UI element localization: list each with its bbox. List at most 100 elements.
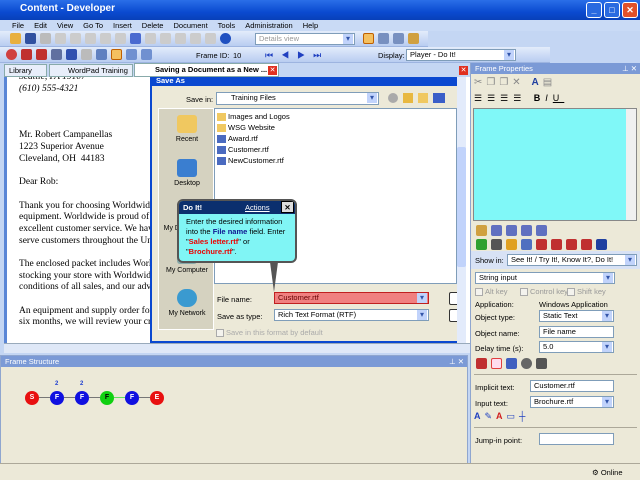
menu-help[interactable]: Help [303, 20, 318, 31]
maximize-button[interactable]: □ [604, 2, 620, 18]
frame-navigation-icons[interactable]: ⏮◀▶⏭ [265, 50, 329, 61]
layout-horizontal-icon[interactable] [378, 33, 389, 44]
implicit-text-input[interactable]: Customer.rtf [530, 380, 614, 392]
frame-node[interactable]: F [100, 391, 114, 405]
collapse-icon[interactable] [175, 33, 186, 44]
save-in-select[interactable]: Training Files [216, 92, 379, 105]
file-item[interactable]: Customer.rtf [217, 145, 269, 155]
object-name-input[interactable]: File name [539, 326, 614, 338]
undo-icon[interactable] [130, 33, 141, 44]
action-icon[interactable] [51, 49, 62, 60]
font-icon[interactable] [596, 239, 607, 250]
tab-library[interactable]: Library [4, 64, 47, 77]
redo-icon[interactable] [145, 33, 156, 44]
find-icon[interactable] [190, 33, 201, 44]
import-icon[interactable] [141, 49, 152, 60]
delete-icon[interactable] [100, 33, 111, 44]
properties-icon[interactable] [115, 33, 126, 44]
shift-key-checkbox[interactable]: Shift key [567, 287, 606, 297]
horizontal-scrollbar[interactable] [4, 343, 470, 353]
menu-tools[interactable]: Tools [218, 20, 236, 31]
mode-icon[interactable] [551, 239, 562, 250]
layout-full-icon[interactable] [363, 33, 374, 44]
add-frame-icon[interactable] [21, 49, 32, 60]
close-tab-icon[interactable]: ✕ [268, 66, 277, 75]
highlight-icon[interactable] [476, 358, 487, 369]
publish-icon[interactable] [408, 33, 419, 44]
edit-frame-icon[interactable] [96, 49, 107, 60]
frame-text-editor[interactable] [473, 108, 637, 221]
file-name-input[interactable]: Customer.rtf [274, 292, 429, 304]
frame-node[interactable]: F [125, 391, 139, 405]
menu-administration[interactable]: Administration [245, 20, 293, 31]
frame-icon[interactable] [491, 225, 502, 236]
spellcheck-icon[interactable] [205, 33, 216, 44]
place-desktop[interactable]: Desktop [159, 159, 215, 187]
frame-icon[interactable] [536, 225, 547, 236]
frame-node[interactable]: F [75, 391, 89, 405]
new-folder-icon[interactable] [418, 93, 428, 103]
menu-edit[interactable]: Edit [34, 20, 47, 31]
menu-goto[interactable]: Go To [83, 20, 103, 31]
layout-vertical-icon[interactable] [393, 33, 404, 44]
editor-scrollbar[interactable] [626, 109, 636, 220]
place-my-network[interactable]: My Network [159, 289, 215, 317]
save-icon[interactable] [25, 33, 36, 44]
paste-icon[interactable] [85, 33, 96, 44]
menu-delete[interactable]: Delete [142, 20, 164, 31]
place-recent[interactable]: Recent [159, 115, 215, 143]
pin-close-icons[interactable]: ⊥ ✕ [622, 63, 637, 74]
menu-view[interactable]: View [57, 20, 73, 31]
open-icon[interactable] [10, 33, 21, 44]
close-button[interactable]: ✕ [622, 2, 638, 18]
hand-icon[interactable] [506, 239, 517, 250]
delete-frame-icon[interactable] [36, 49, 47, 60]
check-icon[interactable] [476, 239, 487, 250]
views-menu-icon[interactable] [433, 93, 445, 103]
display-select[interactable]: Player - Do It! [406, 49, 516, 61]
control-key-checkbox[interactable]: Control key [520, 287, 568, 297]
view-select[interactable]: Details view [255, 33, 355, 45]
menu-document[interactable]: Document [173, 20, 207, 31]
record-icon[interactable] [6, 49, 17, 60]
menu-file[interactable]: File [12, 20, 24, 31]
file-item[interactable]: Images and Logos [217, 112, 290, 122]
delay-time-select[interactable]: 5.0 [539, 341, 614, 353]
print-icon[interactable] [40, 33, 51, 44]
connector-icon[interactable] [536, 358, 547, 369]
edit-toolbar[interactable]: ✂❐❐✕ A▤ [474, 77, 556, 88]
tab-saving-document[interactable]: Saving a Document as a New ... [134, 63, 279, 77]
capture-icon[interactable] [126, 49, 137, 60]
mode-icon[interactable] [581, 239, 592, 250]
file-item[interactable]: WSG Website [217, 123, 275, 133]
timer-icon[interactable] [521, 358, 532, 369]
frame-node[interactable]: F [50, 391, 64, 405]
dialog-scrollbar[interactable] [457, 77, 466, 343]
help-icon[interactable] [220, 33, 231, 44]
jump-in-input[interactable] [539, 433, 614, 445]
tab-wordpad-training[interactable]: WordPad Training [49, 64, 133, 77]
copy-icon[interactable] [70, 33, 81, 44]
pin-close-icons[interactable]: ⊥ ✕ [449, 356, 464, 367]
default-format-checkbox[interactable]: Save in this format by default [216, 328, 323, 338]
input-text-select[interactable]: Brochure.rtf [530, 396, 614, 408]
frame-node[interactable]: E [150, 391, 164, 405]
object-type-select[interactable]: Static Text [539, 310, 614, 322]
up-folder-icon[interactable] [403, 93, 413, 103]
frame-node[interactable]: S [25, 391, 39, 405]
hand-icon[interactable] [476, 225, 487, 236]
format-toolbar[interactable]: ☰☰☰☰ BIU [474, 93, 564, 104]
close-document-icon[interactable]: ✕ [459, 66, 468, 75]
connect-icon[interactable] [66, 49, 77, 60]
show-in-select[interactable]: See It! / Try It!, Know It?, Do It! [507, 254, 637, 266]
pointer-icon[interactable] [506, 358, 517, 369]
actions-link[interactable]: Actions [245, 203, 270, 212]
text-icon-row[interactable]: A✎A▭┼ [474, 411, 529, 422]
disconnect-icon[interactable] [81, 49, 92, 60]
cut-icon[interactable] [55, 33, 66, 44]
save-type-select[interactable]: Rich Text Format (RTF) [274, 309, 429, 321]
mode-icon[interactable] [566, 239, 577, 250]
file-item[interactable]: Award.rtf [217, 134, 258, 144]
minimize-button[interactable]: _ [586, 2, 602, 18]
file-item[interactable]: NewCustomer.rtf [217, 156, 284, 166]
